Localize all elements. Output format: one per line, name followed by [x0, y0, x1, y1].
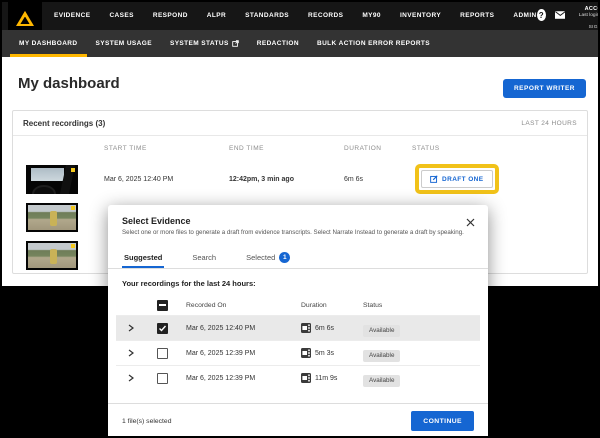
- close-icon: [466, 218, 475, 227]
- row-recorded-on: Mar 6, 2025 12:39 PM: [186, 375, 301, 382]
- modal-section-title: Your recordings for the last 24 hours:: [122, 279, 474, 288]
- top-nav-item-inventory[interactable]: INVENTORY: [400, 12, 441, 19]
- recording-thumbnail-street-1[interactable]: [26, 203, 78, 232]
- draft-one-label: DRAFT ONE: [442, 176, 484, 183]
- axon-logo-icon: [15, 9, 35, 29]
- row-duration: 6m 6s: [341, 176, 409, 183]
- subnav-item-label: SYSTEM USAGE: [96, 40, 152, 47]
- tab-selected[interactable]: Selected 1: [244, 246, 292, 268]
- video-icon: [301, 373, 311, 383]
- expand-row-chevron[interactable]: [116, 374, 146, 382]
- tab-label: Suggested: [124, 253, 162, 262]
- top-nav-item-respond[interactable]: RESPOND: [153, 12, 188, 19]
- top-nav-item-my90[interactable]: MY90: [362, 12, 381, 19]
- recording-thumbnail-street-2[interactable]: [26, 241, 78, 270]
- row-checkbox-unchecked[interactable]: [157, 373, 168, 384]
- subnav-item-label: BULK ACTION ERROR REPORTS: [317, 40, 430, 47]
- column-duration: DURATION: [341, 145, 409, 152]
- tab-label: Selected: [246, 253, 275, 262]
- column-duration: Duration: [301, 302, 363, 309]
- tab-label: Search: [192, 253, 216, 262]
- modal-title: Select Evidence: [122, 216, 474, 226]
- evidence-row-3[interactable]: Mar 6, 2025 12:39 PM 11m 9s Available: [116, 365, 480, 390]
- top-nav-item-reports[interactable]: REPORTS: [460, 12, 494, 19]
- recordings-table-header: START TIME END TIME DURATION STATUS: [13, 136, 587, 160]
- evidence-row-2[interactable]: Mar 6, 2025 12:39 PM 5m 3s Available: [116, 340, 480, 365]
- tab-search[interactable]: Search: [190, 246, 218, 268]
- draft-one-highlight: DRAFT ONE: [415, 164, 499, 194]
- recent-recordings-title: Recent recordings (3): [23, 119, 105, 128]
- external-link-icon: [232, 40, 239, 47]
- status-badge: Available: [363, 375, 400, 387]
- status-badge: Available: [363, 325, 400, 337]
- recording-row-1: Mar 6, 2025 12:40 PM 12:42pm, 3 min ago …: [13, 160, 587, 198]
- subnav-item-bulk-action-error-reports[interactable]: BULK ACTION ERROR REPORTS: [308, 30, 439, 57]
- column-recorded-on: Recorded On: [186, 302, 301, 309]
- subnav-item-my-dashboard[interactable]: MY DASHBOARD: [10, 30, 87, 57]
- column-end-time: END TIME: [226, 145, 341, 152]
- top-nav-item-alpr[interactable]: ALPR: [207, 12, 226, 19]
- subnav-item-label: SYSTEM STATUS: [170, 40, 229, 47]
- subnav-item-label: MY DASHBOARD: [19, 40, 78, 47]
- expand-row-chevron[interactable]: [116, 324, 146, 332]
- compose-icon: [430, 175, 438, 183]
- page-title: My dashboard: [18, 75, 120, 92]
- status-badge: Available: [363, 350, 400, 362]
- report-writer-button[interactable]: REPORT WRITER: [503, 79, 586, 98]
- row-recorded-on: Mar 6, 2025 12:40 PM: [186, 325, 301, 332]
- selected-count-badge: 1: [279, 252, 290, 263]
- row-checkbox-checked[interactable]: [157, 323, 168, 334]
- files-selected-label: 1 file(s) selected: [122, 418, 172, 425]
- mail-icon[interactable]: [555, 10, 566, 20]
- close-button[interactable]: [464, 216, 476, 228]
- top-nav-item-standards[interactable]: STANDARDS: [245, 12, 289, 19]
- my-account-label[interactable]: MY ACCOUNT: [578, 0, 600, 13]
- subnav-item-system-usage[interactable]: SYSTEM USAGE: [87, 30, 161, 57]
- row-duration: 5m 3s: [315, 350, 334, 357]
- row-duration: 6m 6s: [315, 325, 334, 332]
- subnav-item-label: REDACTION: [257, 40, 299, 47]
- modal-subtitle: Select one or more files to generate a d…: [122, 229, 474, 236]
- modal-footer: 1 file(s) selected CONTINUE: [108, 403, 488, 438]
- select-evidence-modal: Select Evidence Select one or more files…: [108, 205, 488, 438]
- modal-table-header: Recorded On Duration Status: [116, 295, 480, 315]
- help-icon[interactable]: ?: [537, 9, 546, 21]
- column-start-time: START TIME: [101, 145, 226, 152]
- row-checkbox-unchecked[interactable]: [157, 348, 168, 359]
- top-nav-item-admin[interactable]: ADMIN: [513, 12, 536, 19]
- evidence-row-1[interactable]: Mar 6, 2025 12:40 PM 6m 6s Available: [116, 315, 480, 340]
- continue-button[interactable]: CONTINUE: [411, 411, 474, 431]
- tab-suggested[interactable]: Suggested: [122, 246, 164, 268]
- select-all-checkbox[interactable]: [157, 300, 168, 311]
- draft-one-button[interactable]: DRAFT ONE: [421, 170, 493, 188]
- row-end-time: 12:42pm, 3 min ago: [226, 176, 341, 183]
- row-duration: 11m 9s: [315, 375, 337, 382]
- top-nav-item-evidence[interactable]: EVIDENCE: [54, 12, 90, 19]
- modal-tabs: Suggested Search Selected 1: [108, 246, 488, 269]
- expand-row-chevron[interactable]: [116, 349, 146, 357]
- video-icon: [301, 348, 311, 358]
- recording-thumbnail-car-interior[interactable]: [26, 165, 78, 194]
- top-nav-item-cases[interactable]: CASES: [109, 12, 133, 19]
- top-nav-item-records[interactable]: RECORDS: [308, 12, 343, 19]
- last-24-hours-label: LAST 24 HOURS: [521, 120, 577, 127]
- top-nav-items: EVIDENCE CASES RESPOND ALPR STANDARDS RE…: [54, 12, 537, 19]
- row-start-time: Mar 6, 2025 12:40 PM: [101, 176, 226, 183]
- top-nav-bar: EVIDENCE CASES RESPOND ALPR STANDARDS RE…: [0, 0, 600, 30]
- account-block: MY ACCOUNT Last login Mar 6, 2025 SIGN O…: [578, 0, 600, 31]
- subnav-item-redaction[interactable]: REDACTION: [248, 30, 308, 57]
- column-status: STATUS: [409, 145, 587, 152]
- video-icon: [301, 323, 311, 333]
- last-login-label: Last login Mar 6, 2025: [578, 13, 600, 25]
- column-status: Status: [363, 302, 480, 309]
- subnav-item-system-status[interactable]: SYSTEM STATUS: [161, 30, 248, 57]
- dashboard-sub-nav: MY DASHBOARD SYSTEM USAGE SYSTEM STATUS …: [0, 30, 600, 57]
- row-recorded-on: Mar 6, 2025 12:39 PM: [186, 350, 301, 357]
